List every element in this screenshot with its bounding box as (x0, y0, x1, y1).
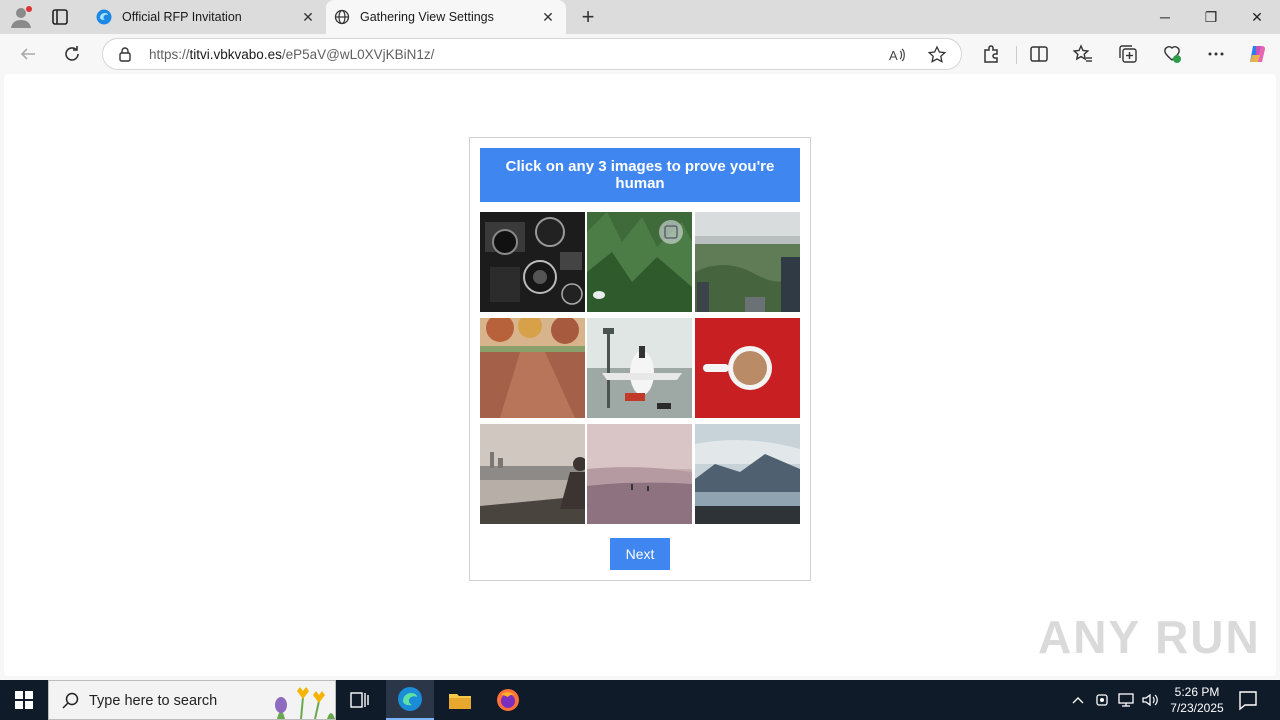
captcha-image-vintage-cameras[interactable] (480, 212, 585, 312)
settings-more-icon[interactable] (1205, 43, 1227, 65)
back-icon[interactable] (14, 40, 42, 68)
toolbar-divider (1016, 46, 1017, 64)
clock-time: 5:26 PM (1174, 685, 1220, 699)
refresh-icon[interactable] (58, 40, 86, 68)
browser-essentials-icon[interactable] (1161, 43, 1183, 65)
search-icon (62, 692, 79, 709)
tab-close-icon[interactable]: ✕ (536, 5, 560, 29)
globe-icon (334, 9, 350, 25)
search-placeholder: Type here to search (89, 693, 218, 709)
split-screen-icon[interactable] (1028, 43, 1050, 65)
captcha-image-misty-beach[interactable] (587, 424, 692, 524)
profile-icon[interactable] (8, 4, 34, 30)
captcha-image-coffee-on-red[interactable] (695, 318, 800, 418)
captcha-box: Click on any 3 images to prove you're hu… (469, 137, 811, 581)
task-view-icon[interactable] (336, 680, 384, 720)
tab-close-icon[interactable]: ✕ (296, 5, 320, 29)
copilot-icon[interactable] (1247, 43, 1269, 65)
tab-title: Official RFP Invitation (122, 10, 242, 24)
next-button[interactable]: Next (610, 538, 670, 570)
captcha-image-coastal-mountains[interactable] (695, 424, 800, 524)
minimize-icon[interactable]: ─ (1142, 0, 1188, 34)
site-info-icon[interactable] (117, 46, 133, 62)
favorite-star-icon[interactable] (927, 45, 947, 65)
read-aloud-icon[interactable]: A (887, 45, 907, 65)
taskbar: Type here to search 5:26 PM 7/23/2025 (0, 680, 1280, 720)
tab-title: Gathering View Settings (360, 10, 494, 24)
captcha-image-person-at-lake[interactable] (480, 424, 585, 524)
firefox-icon[interactable] (484, 680, 532, 720)
anyrun-watermark: ANY RUN (1038, 611, 1261, 663)
file-explorer-icon[interactable] (436, 680, 484, 720)
edge-taskbar-icon[interactable] (386, 680, 434, 720)
restore-icon[interactable]: ❐ (1188, 0, 1234, 34)
network-icon[interactable] (1116, 690, 1136, 710)
captcha-image-city-park-aerial[interactable] (695, 212, 800, 312)
new-tab-icon[interactable]: + (576, 4, 600, 29)
tab-strip: Official RFP Invitation ✕ Gathering View… (0, 0, 1280, 34)
window-close-icon[interactable]: ✕ (1234, 0, 1280, 34)
windows-start-icon[interactable] (0, 680, 48, 720)
show-hidden-icons-icon[interactable] (1068, 690, 1088, 710)
edge-favicon-icon (96, 9, 112, 25)
captcha-instruction: Click on any 3 images to prove you're hu… (480, 148, 800, 202)
toolbar: https://titvi.vbkvabo.es/eP5aV@wL0XVjKBi… (0, 34, 1280, 74)
collections-icon[interactable] (1117, 43, 1139, 65)
url-text[interactable]: https://titvi.vbkvabo.es/eP5aV@wL0XVjKBi… (149, 47, 434, 62)
extensions-icon[interactable] (980, 43, 1002, 65)
address-bar[interactable]: https://titvi.vbkvabo.es/eP5aV@wL0XVjKBi… (102, 38, 962, 70)
captcha-image-autumn-path[interactable] (480, 318, 585, 418)
captcha-image-bird-in-trees[interactable] (587, 212, 692, 312)
clock-date: 7/23/2025 (1170, 701, 1224, 715)
browser-window: Official RFP Invitation ✕ Gathering View… (0, 0, 1280, 680)
page-content: Click on any 3 images to prove you're hu… (4, 74, 1276, 676)
volume-icon[interactable] (1140, 690, 1160, 710)
notification-center-icon[interactable] (1236, 688, 1260, 712)
svg-text:A: A (889, 48, 898, 63)
system-clock[interactable]: 5:26 PM 7/23/2025 (1162, 684, 1232, 716)
taskbar-search-box[interactable]: Type here to search (48, 680, 336, 720)
tab-official-rfp[interactable]: Official RFP Invitation ✕ (88, 0, 326, 34)
tab-gathering-view[interactable]: Gathering View Settings ✕ (326, 0, 566, 34)
favorites-icon[interactable] (1072, 43, 1094, 65)
search-highlight-flowers-icon (275, 687, 335, 719)
meet-now-icon[interactable] (1093, 690, 1113, 710)
tab-actions-icon[interactable] (48, 6, 72, 28)
captcha-image-grid (480, 212, 800, 524)
captcha-image-airplane-at-gate[interactable] (587, 318, 692, 418)
